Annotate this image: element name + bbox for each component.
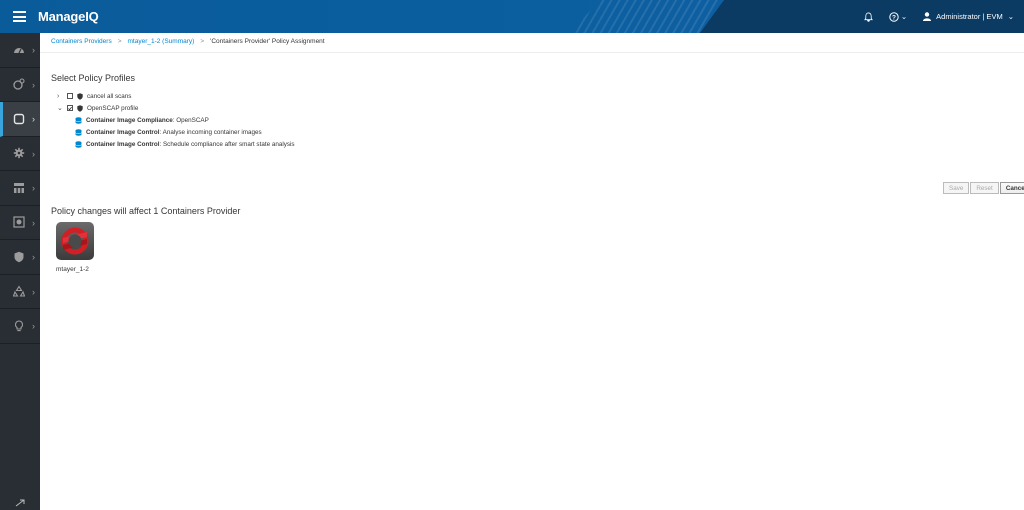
user-menu[interactable]: Administrator | EVM ⌄ bbox=[923, 12, 1014, 21]
dashboard-icon bbox=[14, 47, 24, 54]
policy-description: : OpenSCAP bbox=[172, 116, 209, 124]
nav-item-control[interactable]: › bbox=[0, 240, 40, 275]
vertical-nav: › › › › › › › › › bbox=[0, 33, 40, 510]
nav-item-storage[interactable]: › bbox=[0, 206, 40, 240]
breadcrumb-separator: > bbox=[117, 38, 122, 45]
openshift-icon bbox=[61, 227, 89, 255]
nav-item-configuration[interactable]: › bbox=[0, 137, 40, 171]
breadcrumb-current: 'Containers Provider' Policy Assignment bbox=[210, 38, 325, 45]
tree-node-policy[interactable]: Container Image Control: Schedule compli… bbox=[57, 138, 295, 150]
policy-icon bbox=[75, 128, 82, 136]
storage-icon bbox=[13, 216, 25, 228]
chevron-down-icon[interactable]: ⌄ bbox=[57, 104, 63, 112]
settings-gear-icon bbox=[13, 148, 25, 159]
policy-type: Container Image Control bbox=[86, 140, 160, 148]
chevron-right-icon: › bbox=[32, 252, 35, 262]
form-buttons: Save Reset Cancel bbox=[942, 182, 1024, 194]
chevron-right-icon: › bbox=[32, 148, 35, 159]
save-button[interactable]: Save bbox=[943, 182, 970, 194]
policy-type: Container Image Compliance bbox=[86, 116, 173, 124]
policy-type: Container Image Control bbox=[86, 128, 160, 136]
chevron-right-icon: › bbox=[32, 114, 35, 124]
nav-item-overview[interactable]: › bbox=[0, 33, 40, 68]
checkmark-icon bbox=[68, 106, 72, 110]
nav-item-containers[interactable]: › bbox=[0, 102, 40, 137]
nav-item-compute[interactable]: › bbox=[0, 68, 40, 102]
nav-item-networks[interactable]: › bbox=[0, 171, 40, 206]
breadcrumb-link-containers-providers[interactable]: Containers Providers bbox=[51, 38, 112, 45]
shield-icon bbox=[77, 104, 83, 112]
provider-name[interactable]: mtayer_1-2 bbox=[56, 266, 89, 273]
shield-icon bbox=[14, 251, 24, 262]
policy-icon bbox=[75, 140, 82, 148]
provider-quadicon[interactable] bbox=[56, 222, 94, 260]
containers-icon bbox=[13, 113, 25, 124]
tree-node-policy[interactable]: Container Image Control: Analyse incomin… bbox=[57, 126, 295, 138]
chevron-down-icon: ⌄ bbox=[900, 12, 908, 21]
tree-node-label: OpenSCAP profile bbox=[87, 104, 139, 112]
chevron-down-icon: ⌄ bbox=[1007, 12, 1014, 21]
main-content: Containers Providers > mtayer_1-2 (Summa… bbox=[40, 33, 1024, 510]
chevron-right-icon: › bbox=[32, 45, 35, 55]
shield-icon bbox=[77, 92, 83, 100]
user-label: Administrator | EVM bbox=[936, 12, 1003, 21]
tree-node-cancel-all-scans[interactable]: › cancel all scans bbox=[57, 90, 295, 102]
select-policy-profiles-heading: Select Policy Profiles bbox=[51, 73, 136, 83]
chevron-right-icon[interactable]: › bbox=[57, 93, 63, 100]
bell-icon[interactable] bbox=[863, 12, 873, 22]
breadcrumb: Containers Providers > mtayer_1-2 (Summa… bbox=[51, 38, 325, 45]
chevron-right-icon: › bbox=[32, 217, 35, 228]
chevron-right-icon: › bbox=[32, 79, 35, 90]
divider bbox=[40, 52, 1024, 53]
compute-icon bbox=[13, 78, 25, 90]
chevron-right-icon: › bbox=[32, 183, 35, 193]
user-icon bbox=[923, 12, 932, 21]
top-navbar: ManageIQ ? ⌄ Administrator | EVM ⌄ bbox=[0, 0, 1024, 33]
affected-items-heading: Policy changes will affect 1 Containers … bbox=[51, 206, 241, 216]
tree-node-openscap-profile[interactable]: ⌄ OpenSCAP profile bbox=[57, 102, 295, 114]
optimize-icon bbox=[15, 320, 23, 331]
network-icon bbox=[14, 182, 24, 193]
profile-checkbox[interactable] bbox=[67, 105, 73, 111]
nav-item-automation[interactable]: › bbox=[0, 275, 40, 309]
help-menu[interactable]: ? ⌄ bbox=[889, 11, 908, 22]
policy-description: : Schedule compliance after smart state … bbox=[159, 140, 295, 148]
hamburger-menu-icon[interactable] bbox=[13, 11, 26, 22]
breadcrumb-separator: > bbox=[200, 38, 205, 45]
policy-description: : Analyse incoming container images bbox=[159, 128, 262, 136]
cancel-button[interactable]: Cancel bbox=[999, 182, 1024, 194]
breadcrumb-link-provider-summary[interactable]: mtayer_1-2 (Summary) bbox=[128, 38, 195, 45]
tree-node-label: cancel all scans bbox=[87, 92, 132, 100]
nav-item-optimize[interactable]: › bbox=[0, 309, 40, 344]
profile-checkbox[interactable] bbox=[67, 93, 73, 99]
chevron-right-icon: › bbox=[32, 321, 35, 331]
tree-node-policy[interactable]: Container Image Compliance: OpenSCAP bbox=[57, 114, 295, 126]
brand-logo[interactable]: ManageIQ bbox=[38, 9, 99, 24]
automation-icon bbox=[13, 285, 25, 297]
chevron-right-icon: › bbox=[32, 286, 35, 297]
reset-button[interactable]: Reset bbox=[970, 182, 999, 194]
policy-profiles-tree: › cancel all scans ⌄ OpenSCAP profile Co… bbox=[57, 90, 295, 150]
svg-text:?: ? bbox=[892, 14, 896, 21]
collapse-nav-icon[interactable] bbox=[0, 496, 40, 510]
question-circle-icon: ? bbox=[889, 11, 899, 22]
policy-icon bbox=[75, 116, 82, 124]
